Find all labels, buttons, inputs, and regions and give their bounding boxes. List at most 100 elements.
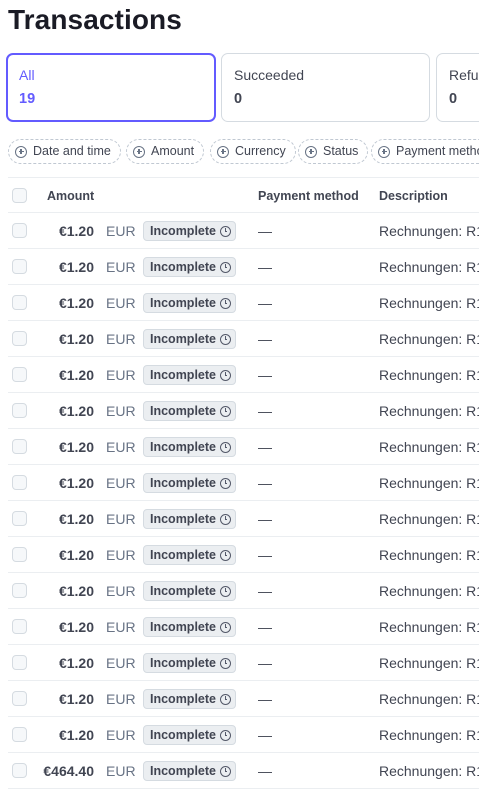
row-checkbox[interactable] [12,403,27,418]
amount-cell: €1.20 [58,511,94,527]
card-refunded[interactable]: Refun 0 [436,53,479,122]
table-row[interactable]: €1.20 EUR Incomplete — Rechnungen: R1 [0,573,479,609]
table-row[interactable]: €1.20 EUR Incomplete — Rechnungen: R1 [0,357,479,393]
currency-cell: EUR [106,619,136,635]
row-checkbox[interactable] [12,763,27,778]
table-row[interactable]: €464.40 EUR Incomplete — Rechnungen: R1 [0,753,479,789]
table-row[interactable]: €1.20 EUR Incomplete — Rechnungen: R1 [0,393,479,429]
payment-method-cell: — [258,727,272,743]
row-checkbox[interactable] [12,295,27,310]
status-badge: Incomplete [143,689,236,709]
card-all[interactable]: All 19 [6,53,216,122]
clock-icon [220,765,231,777]
currency-cell: EUR [106,403,136,419]
status-badge: Incomplete [143,329,236,349]
description-cell: Rechnungen: R1 [379,655,479,671]
currency-cell: EUR [106,367,136,383]
currency-cell: EUR [106,475,136,491]
table-row[interactable]: €1.20 EUR Incomplete — Rechnungen: R1 [0,213,479,249]
status-badge: Incomplete [143,257,236,277]
table-row[interactable]: €1.20 EUR Incomplete — Rechnungen: R1 [0,537,479,573]
table-row[interactable]: €1.20 EUR Incomplete — Rechnungen: R1 [0,681,479,717]
filter-status[interactable]: Status [298,139,369,164]
clock-icon [220,261,231,273]
payment-method-cell: — [258,295,272,311]
amount-cell: €1.20 [58,547,94,563]
status-label: Incomplete [150,728,216,742]
status-badge: Incomplete [143,473,236,493]
payment-method-cell: — [258,763,272,779]
status-badge: Incomplete [143,761,236,781]
filter-date-and-time[interactable]: Date and time [8,139,121,164]
row-checkbox[interactable] [12,691,27,706]
status-label: Incomplete [150,512,216,526]
payment-method-cell: — [258,475,272,491]
table-row[interactable]: €1.20 EUR Incomplete — Rechnungen: R1 [0,645,479,681]
status-label: Incomplete [150,584,216,598]
filter-amount[interactable]: Amount [126,139,205,164]
clock-icon [220,297,231,309]
filter-currency[interactable]: Currency [210,139,296,164]
description-cell: Rechnungen: R1 [379,475,479,491]
row-checkbox[interactable] [12,655,27,670]
column-header-description[interactable]: Description [379,189,448,203]
row-checkbox[interactable] [12,223,27,238]
payment-method-cell: — [258,223,272,239]
currency-cell: EUR [106,439,136,455]
description-cell: Rechnungen: R1 [379,511,479,527]
currency-cell: EUR [106,547,136,563]
filter-payment-method[interactable]: Payment metho [371,139,479,164]
table-row[interactable]: €1.20 EUR Incomplete — Rechnungen: R1 [0,249,479,285]
plus-circle-icon [133,145,145,158]
status-badge: Incomplete [143,545,236,565]
row-checkbox[interactable] [12,259,27,274]
status-badge: Incomplete [143,725,236,745]
status-badge: Incomplete [143,617,236,637]
status-label: Incomplete [150,404,216,418]
currency-cell: EUR [106,259,136,275]
payment-method-cell: — [258,259,272,275]
card-succeeded[interactable]: Succeeded 0 [221,53,430,122]
status-label: Incomplete [150,260,216,274]
status-label: Incomplete [150,368,216,382]
payment-method-cell: — [258,547,272,563]
table-row[interactable]: €1.20 EUR Incomplete — Rechnungen: R1 [0,321,479,357]
table-row[interactable]: €1.20 EUR Incomplete — Rechnungen: R1 [0,717,479,753]
row-checkbox[interactable] [12,475,27,490]
status-badge: Incomplete [143,581,236,601]
status-label: Incomplete [150,296,216,310]
table-row[interactable]: €1.20 EUR Incomplete — Rechnungen: R1 [0,285,479,321]
select-all-checkbox[interactable] [12,188,27,203]
status-badge: Incomplete [143,437,236,457]
payment-method-cell: — [258,583,272,599]
row-checkbox[interactable] [12,439,27,454]
column-header-payment-method[interactable]: Payment method [258,189,359,203]
table-row[interactable]: €1.20 EUR Incomplete — Rechnungen: R1 [0,465,479,501]
status-badge: Incomplete [143,401,236,421]
description-cell: Rechnungen: R1 [379,619,479,635]
card-count: 19 [19,91,36,107]
row-checkbox[interactable] [12,619,27,634]
row-checkbox[interactable] [12,331,27,346]
currency-cell: EUR [106,763,136,779]
row-checkbox[interactable] [12,547,27,562]
divider [8,788,479,789]
table-row[interactable]: €1.20 EUR Incomplete — Rechnungen: R1 [0,501,479,537]
page-title: Transactions [8,4,182,35]
status-badge: Incomplete [143,509,236,529]
amount-cell: €1.20 [58,655,94,671]
row-checkbox[interactable] [12,367,27,382]
amount-cell: €1.20 [58,223,94,239]
column-header-amount[interactable]: Amount [47,189,94,203]
payment-method-cell: — [258,655,272,671]
filter-label: Currency [235,144,286,158]
plus-circle-icon [378,145,390,158]
row-checkbox[interactable] [12,583,27,598]
table-row[interactable]: €1.20 EUR Incomplete — Rechnungen: R1 [0,429,479,465]
row-checkbox[interactable] [12,727,27,742]
table-row[interactable]: €1.20 EUR Incomplete — Rechnungen: R1 [0,609,479,645]
row-checkbox[interactable] [12,511,27,526]
description-cell: Rechnungen: R1 [379,439,479,455]
status-badge: Incomplete [143,365,236,385]
clock-icon [220,513,231,525]
